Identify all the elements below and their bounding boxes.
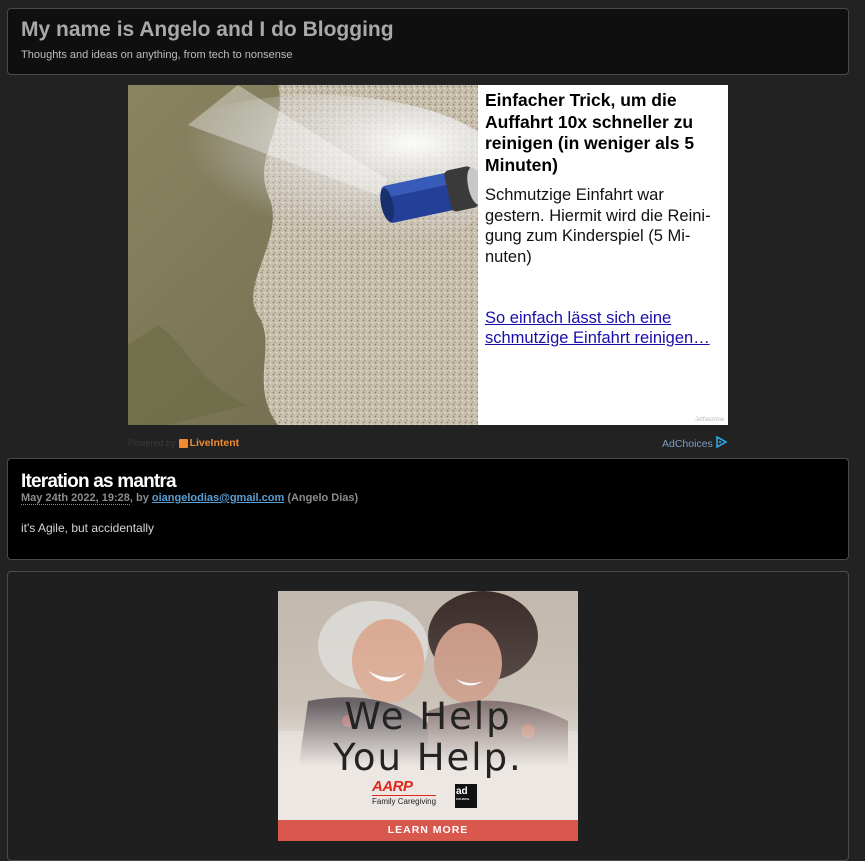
liveintent-logo[interactable]: LiveIntent bbox=[178, 437, 240, 449]
powered-by[interactable]: Powered by LiveIntent bbox=[128, 437, 239, 449]
liveintent-label: LiveIntent bbox=[189, 437, 240, 449]
adchoices-label: AdChoices bbox=[662, 437, 713, 450]
author-email-link[interactable]: oiangelodias@gmail.com bbox=[152, 492, 284, 504]
post-date: May 24th 2022, 19:28 bbox=[21, 492, 130, 505]
ad-council-logo: ad COUNCIL bbox=[455, 784, 477, 808]
ad-council-line-1: ad bbox=[456, 786, 468, 797]
water-hose-spray-image[interactable] bbox=[128, 85, 478, 425]
post-by: , by bbox=[129, 492, 149, 504]
ad-brand: Jetfaxzone bbox=[694, 417, 724, 423]
tagline-line-2: You Help. bbox=[333, 736, 523, 779]
post-meta: May 24th 2022, 19:28, by oiangelodias@gm… bbox=[21, 492, 359, 505]
post-body: it's Agile, but accidentally bbox=[21, 521, 155, 535]
adchoices-icon bbox=[715, 435, 728, 451]
ad-description[interactable]: Schmutzige Einfahrt war gestern. Hiermit… bbox=[485, 185, 721, 267]
ad-tagline: We Help You Help. bbox=[278, 696, 578, 778]
tagline-line-1: We Help bbox=[344, 695, 512, 738]
aarp-sub: Family Caregiving bbox=[372, 795, 437, 806]
aarp-logo: AARP Family Caregiving bbox=[372, 778, 437, 806]
post-title[interactable]: Iteration as mantra bbox=[21, 471, 177, 493]
adchoices-link[interactable]: AdChoices bbox=[662, 435, 728, 451]
ad-link[interactable]: So einfach lässt sich eine schmutzige Ei… bbox=[485, 308, 721, 348]
learn-more-button[interactable]: LEARN MORE bbox=[278, 820, 578, 841]
blog-post: Iteration as mantra May 24th 2022, 19:28… bbox=[7, 458, 849, 560]
native-ad[interactable]: Einfacher Trick, um die Auffahrt 10x sch… bbox=[128, 85, 728, 425]
ad-council-line-2: COUNCIL bbox=[456, 797, 470, 801]
author-name: (Angelo Dias) bbox=[287, 492, 359, 504]
display-ad[interactable]: We Help You Help. AARP Family Caregiving… bbox=[278, 591, 578, 841]
site-header: My name is Angelo and I do Blogging Thou… bbox=[7, 8, 849, 75]
aarp-name: AARP bbox=[372, 778, 413, 795]
powered-by-label: Powered by bbox=[128, 438, 176, 448]
ad-headline[interactable]: Einfacher Trick, um die Auffahrt 10x sch… bbox=[485, 90, 721, 176]
liveintent-icon bbox=[178, 438, 188, 448]
site-title[interactable]: My name is Angelo and I do Blogging bbox=[21, 18, 394, 42]
site-tagline: Thoughts and ideas on anything, from tec… bbox=[21, 49, 293, 61]
